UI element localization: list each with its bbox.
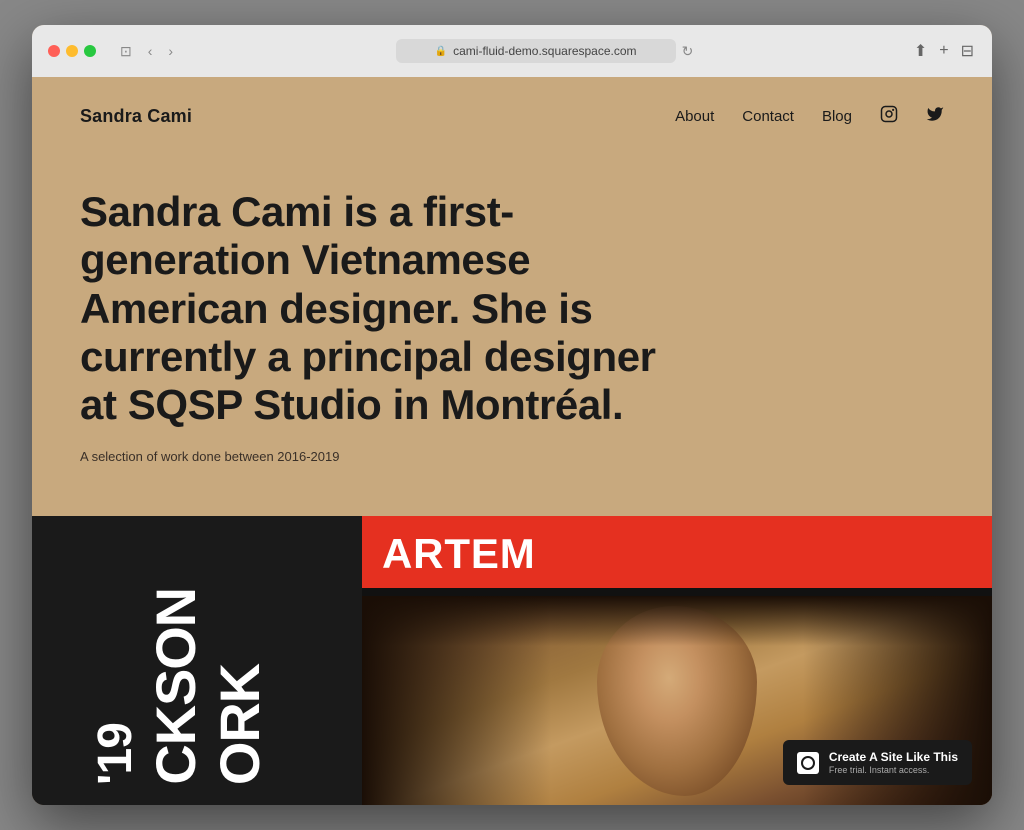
instagram-icon[interactable] xyxy=(880,105,898,128)
nav-contact[interactable]: Contact xyxy=(742,108,794,125)
shadow-left xyxy=(362,596,551,805)
hero-subtext: A selection of work done between 2016-20… xyxy=(80,449,944,464)
back-button[interactable]: ‹ xyxy=(144,41,157,61)
portfolio-card-left[interactable]: '19 CKSON ORK xyxy=(32,516,362,805)
forward-button[interactable]: › xyxy=(164,41,177,61)
sqsp-banner[interactable]: Create A Site Like This Free trial. Inst… xyxy=(783,740,972,785)
twitter-icon[interactable] xyxy=(926,105,944,128)
copy-button[interactable]: ⊟ xyxy=(959,39,976,63)
site-nav: About Contact Blog xyxy=(675,105,944,128)
page-content: Sandra Cami About Contact Blog xyxy=(32,77,992,805)
browser-actions: ⬆ + ⊟ xyxy=(912,39,976,63)
refresh-button[interactable]: ↻ xyxy=(682,43,694,60)
hero-section: Sandra Cami is a first-generation Vietna… xyxy=(32,148,992,488)
maximize-button[interactable] xyxy=(84,45,96,57)
rotated-text-ork: ORK xyxy=(212,664,268,785)
artem-title: ARTEM xyxy=(382,530,972,578)
sqsp-logo-circle xyxy=(801,756,815,770)
close-button[interactable] xyxy=(48,45,60,57)
browser-chrome: ⊡ ‹ › 🔒 cami-fluid-demo.squarespace.com … xyxy=(32,25,992,77)
site-logo[interactable]: Sandra Cami xyxy=(80,106,192,127)
hero-headline: Sandra Cami is a first-generation Vietna… xyxy=(80,188,660,429)
portfolio-section: '19 CKSON ORK ARTEM xyxy=(32,516,992,805)
share-button[interactable]: ⬆ xyxy=(912,39,929,63)
address-bar: 🔒 cami-fluid-demo.squarespace.com ↻ xyxy=(189,39,900,63)
traffic-lights xyxy=(48,45,96,57)
nav-blog[interactable]: Blog xyxy=(822,108,852,125)
lock-icon: 🔒 xyxy=(435,46,447,57)
rotated-text-year: '19 xyxy=(92,723,140,785)
url-text: cami-fluid-demo.squarespace.com xyxy=(453,44,636,58)
squarespace-logo-icon xyxy=(797,752,819,774)
sqsp-text-group: Create A Site Like This Free trial. Inst… xyxy=(829,750,958,775)
window-mode-button[interactable]: ⊡ xyxy=(116,41,136,62)
browser-controls: ⊡ ‹ › xyxy=(116,41,177,62)
browser-window: ⊡ ‹ › 🔒 cami-fluid-demo.squarespace.com … xyxy=(32,25,992,805)
add-tab-button[interactable]: + xyxy=(937,40,950,62)
minimize-button[interactable] xyxy=(66,45,78,57)
sqsp-sub-text: Free trial. Instant access. xyxy=(829,765,958,775)
sqsp-main-text: Create A Site Like This xyxy=(829,750,958,764)
artem-header: ARTEM xyxy=(362,516,992,588)
address-pill[interactable]: 🔒 cami-fluid-demo.squarespace.com xyxy=(396,39,676,63)
nav-about[interactable]: About xyxy=(675,108,714,125)
rotated-text-ckson: CKSON xyxy=(148,588,204,785)
site-header: Sandra Cami About Contact Blog xyxy=(32,77,992,148)
